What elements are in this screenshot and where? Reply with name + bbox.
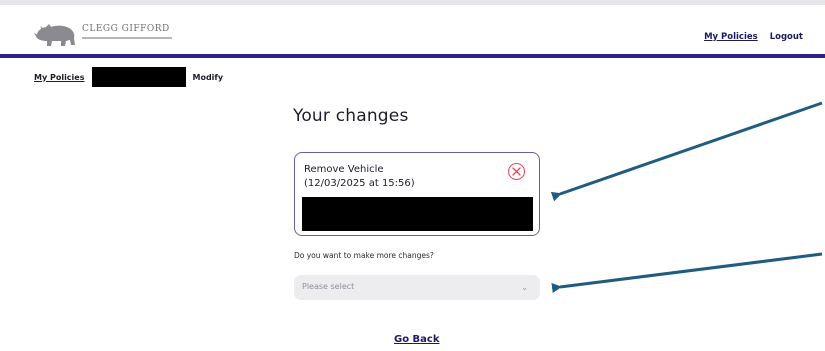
annotation-arrows (550, 101, 823, 293)
annotation-arrow-card (550, 101, 823, 202)
annotation-arrow-select (551, 252, 823, 293)
